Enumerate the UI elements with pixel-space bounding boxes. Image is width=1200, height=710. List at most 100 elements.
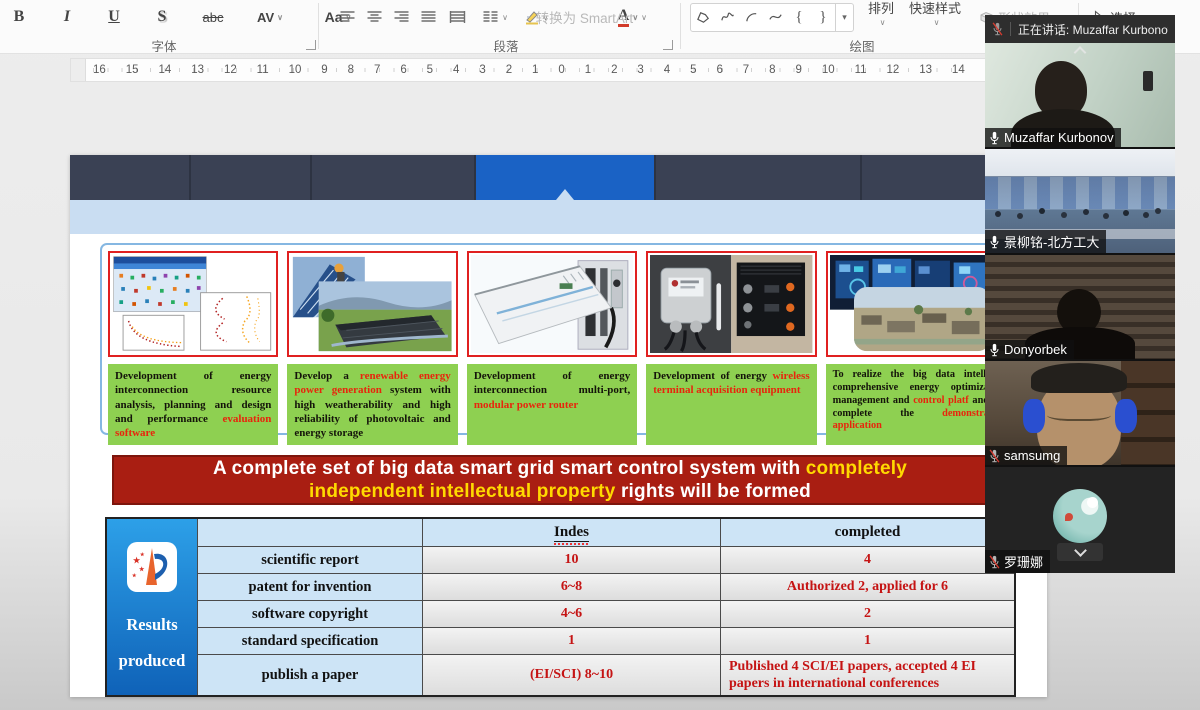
character-spacing-button[interactable]: AV∨ <box>248 4 292 30</box>
slide-nav-tab-2[interactable] <box>191 155 312 200</box>
results-label-line1: Results <box>119 607 186 643</box>
video-tile-donyorbek[interactable]: Donyorbek <box>985 255 1175 359</box>
shapes-gallery[interactable]: { } ▾ <box>690 3 854 32</box>
participant-name: 景柳铭-北方工大 <box>1004 232 1099 251</box>
columns-button[interactable]: ∨ <box>478 4 512 30</box>
scribble-shape-icon[interactable] <box>715 4 739 31</box>
shapes-gallery-dropdown[interactable]: ▾ <box>835 4 853 31</box>
slide-nav-bar <box>70 155 1047 200</box>
caption-pv-plant[interactable]: Develop a renewable energy power generat… <box>287 364 457 445</box>
participant-name-badge: Donyorbek <box>985 340 1074 359</box>
card-image-power-router[interactable] <box>467 251 637 357</box>
freeform-shape-icon[interactable] <box>691 4 715 31</box>
caption-analysis-software[interactable]: Development of energy interconnection re… <box>108 364 278 445</box>
table-row-label: patent for invention <box>197 573 422 600</box>
drawing-group-label: 绘图 <box>849 36 874 55</box>
table-row-completed: Published 4 SCI/EI papers, accepted 4 EI… <box>720 654 1014 695</box>
slide-nav-tab-5[interactable] <box>656 155 862 200</box>
slide-subheader-band <box>70 200 1047 234</box>
video-tile-classroom[interactable]: 景柳铭-北方工大 <box>985 149 1175 253</box>
horizontal-ruler: 1615141312111098765432101234567891011121… <box>70 58 990 82</box>
distribute-icon <box>449 10 466 24</box>
align-right-icon <box>393 10 410 24</box>
table-row-completed: 4 <box>720 546 1014 573</box>
card-image-control-platform[interactable] <box>826 251 996 357</box>
ruler-numbers: 1615141312111098765432101234567891011121… <box>93 59 965 81</box>
align-center-icon <box>366 10 383 24</box>
chevron-down-icon: ∨ <box>502 13 508 22</box>
italic-button[interactable]: I <box>58 4 76 30</box>
spacing-label: AV <box>257 10 274 25</box>
table-row-label: software copyright <box>197 600 422 627</box>
caption-boxes-row: Development of energy interconnection re… <box>108 364 996 445</box>
table-row-index: 1 <box>422 627 720 654</box>
group-separator <box>318 3 319 49</box>
video-tile-muzaffar[interactable]: Muzaffar Kurbonov <box>985 43 1175 147</box>
right-brace-shape-icon[interactable]: } <box>811 4 835 31</box>
table-row-completed: 2 <box>720 600 1014 627</box>
table-row-index: (EI/SCI) 8~10 <box>422 654 720 695</box>
collapse-chevron-down-button[interactable] <box>1057 543 1103 561</box>
strikethrough-button[interactable]: abc <box>198 4 228 30</box>
curve-shape-icon[interactable] <box>763 4 787 31</box>
meeting-panel-header[interactable]: 正在讲话: Muzaffar Kurbonov... <box>985 15 1175 43</box>
banner-line-2: independent intellectual property rights… <box>309 480 811 503</box>
table-row-completed: 1 <box>720 627 1014 654</box>
results-produced-cell: ★ ★ ★ ★ Results produced <box>107 519 197 695</box>
participant-name: Donyorbek <box>1004 342 1067 357</box>
paragraph-dialog-launcher[interactable] <box>663 40 673 50</box>
slide-nav-tab-4-active[interactable] <box>476 155 656 200</box>
font-group-label: 字体 <box>151 36 176 55</box>
arrange-button[interactable]: 排列 ∨ <box>858 2 904 30</box>
chevron-down-icon: ∨ <box>880 16 886 30</box>
table-header-empty <box>197 519 422 546</box>
caption-control-platform[interactable]: To realize the big data intelli comprehe… <box>826 364 996 445</box>
card-image-wireless-terminal[interactable] <box>646 251 816 357</box>
justify-button[interactable] <box>417 4 439 30</box>
video-tile-luoshanna[interactable]: 罗珊娜 <box>985 467 1175 573</box>
card-image-pv-plant[interactable] <box>287 251 457 357</box>
convert-to-smartart-button[interactable]: 转换为 SmartArt ∨ <box>527 4 647 30</box>
paragraph-group-label: 段落 <box>493 36 518 55</box>
slide-nav-tab-3[interactable] <box>312 155 476 200</box>
align-center-button[interactable] <box>363 4 385 30</box>
achievements-panel[interactable]: Development of energy interconnection re… <box>100 243 1004 435</box>
distribute-button[interactable] <box>444 4 470 30</box>
table-row-completed: Authorized 2, applied for 6 <box>720 573 1014 600</box>
banner-line-1: A complete set of big data smart grid sm… <box>213 457 907 480</box>
muted-mic-icon <box>992 22 1003 36</box>
headline-banner[interactable]: A complete set of big data smart grid sm… <box>112 455 1008 505</box>
software-screenshot-graphic <box>112 255 274 353</box>
slide-canvas[interactable]: Development of energy interconnection re… <box>70 155 1047 697</box>
quick-styles-button[interactable]: 快速样式 ∨ <box>906 2 964 30</box>
table-row-index: 10 <box>422 546 720 573</box>
slide-nav-tab-1[interactable] <box>70 155 191 200</box>
align-left-button[interactable] <box>336 4 358 30</box>
svg-text:★: ★ <box>139 566 145 573</box>
bold-button[interactable]: B <box>8 4 30 30</box>
align-right-button[interactable] <box>390 4 412 30</box>
video-tile-samsumg[interactable]: samsumg <box>985 361 1175 465</box>
muted-mic-icon <box>989 449 1000 463</box>
results-label-line2: produced <box>119 643 186 679</box>
arrange-label: 排列 <box>868 2 894 16</box>
table-row-label: publish a paper <box>197 654 422 695</box>
meeting-panel: 正在讲话: Muzaffar Kurbonov... Muzaffar Kurb… <box>985 15 1175 573</box>
muted-mic-icon <box>989 555 1000 569</box>
caption-power-router[interactable]: Development of energy interconnection mu… <box>467 364 637 445</box>
font-dialog-launcher[interactable] <box>306 40 316 50</box>
arc-shape-icon[interactable] <box>739 4 763 31</box>
caption-wireless-terminal[interactable]: Development of energy wireless terminal … <box>646 364 816 445</box>
header-divider <box>1010 22 1011 36</box>
left-brace-shape-icon[interactable]: { <box>787 4 811 31</box>
smartart-label: 转换为 SmartArt <box>536 7 634 27</box>
group-separator <box>680 3 681 49</box>
text-shadow-button[interactable]: S <box>152 4 172 30</box>
solar-plant-graphic <box>291 255 453 353</box>
power-router-graphic <box>471 255 633 353</box>
table-row-label: scientific report <box>197 546 422 573</box>
underline-button[interactable]: U <box>104 4 124 30</box>
card-image-analysis-software[interactable] <box>108 251 278 357</box>
results-table[interactable]: ★ ★ ★ ★ Results produced Indes completed… <box>105 517 1016 697</box>
wireless-terminal-graphic <box>650 255 812 353</box>
